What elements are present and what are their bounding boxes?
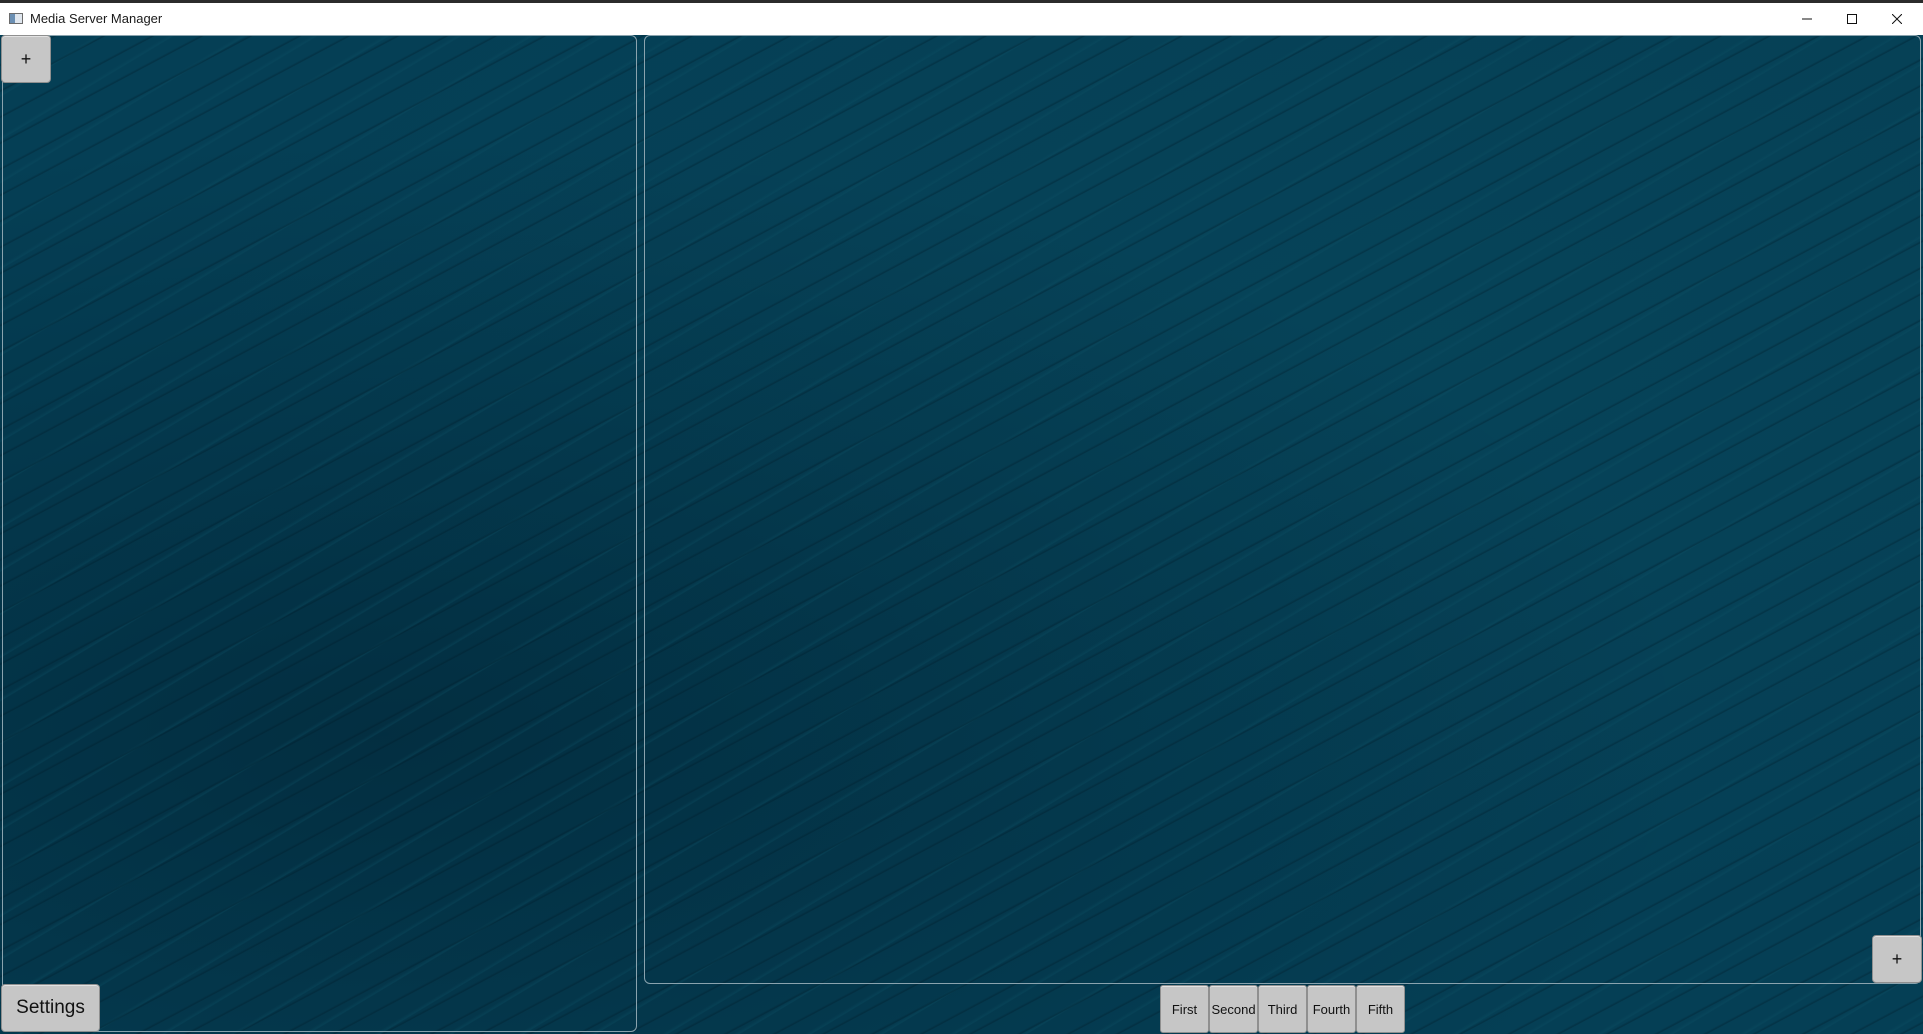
right-add-button[interactable]: + <box>1872 935 1922 983</box>
tab-first[interactable]: First <box>1160 985 1209 1033</box>
left-add-button[interactable]: + <box>1 35 51 83</box>
app-icon <box>9 13 23 24</box>
title-bar[interactable]: Media Server Manager <box>0 0 1923 35</box>
tab-fifth[interactable]: Fifth <box>1356 985 1405 1033</box>
settings-button[interactable]: Settings <box>1 984 100 1032</box>
tab-second[interactable]: Second <box>1209 985 1258 1033</box>
tab-fourth[interactable]: Fourth <box>1307 985 1356 1033</box>
maximize-button[interactable] <box>1829 3 1875 35</box>
app-window: Media Server Manager + Settings + First … <box>0 0 1923 1034</box>
tab-third[interactable]: Third <box>1258 985 1307 1033</box>
client-area: + Settings + First Second Third Fourth F… <box>0 35 1923 1034</box>
tab-bar: First Second Third Fourth Fifth <box>1160 985 1405 1033</box>
right-panel <box>644 35 1921 984</box>
left-panel <box>2 35 637 1032</box>
close-icon <box>1892 14 1902 24</box>
minimize-button[interactable] <box>1784 3 1830 35</box>
close-button[interactable] <box>1874 3 1920 35</box>
minimize-icon <box>1802 14 1812 24</box>
window-title: Media Server Manager <box>30 11 163 26</box>
maximize-icon <box>1847 14 1857 24</box>
